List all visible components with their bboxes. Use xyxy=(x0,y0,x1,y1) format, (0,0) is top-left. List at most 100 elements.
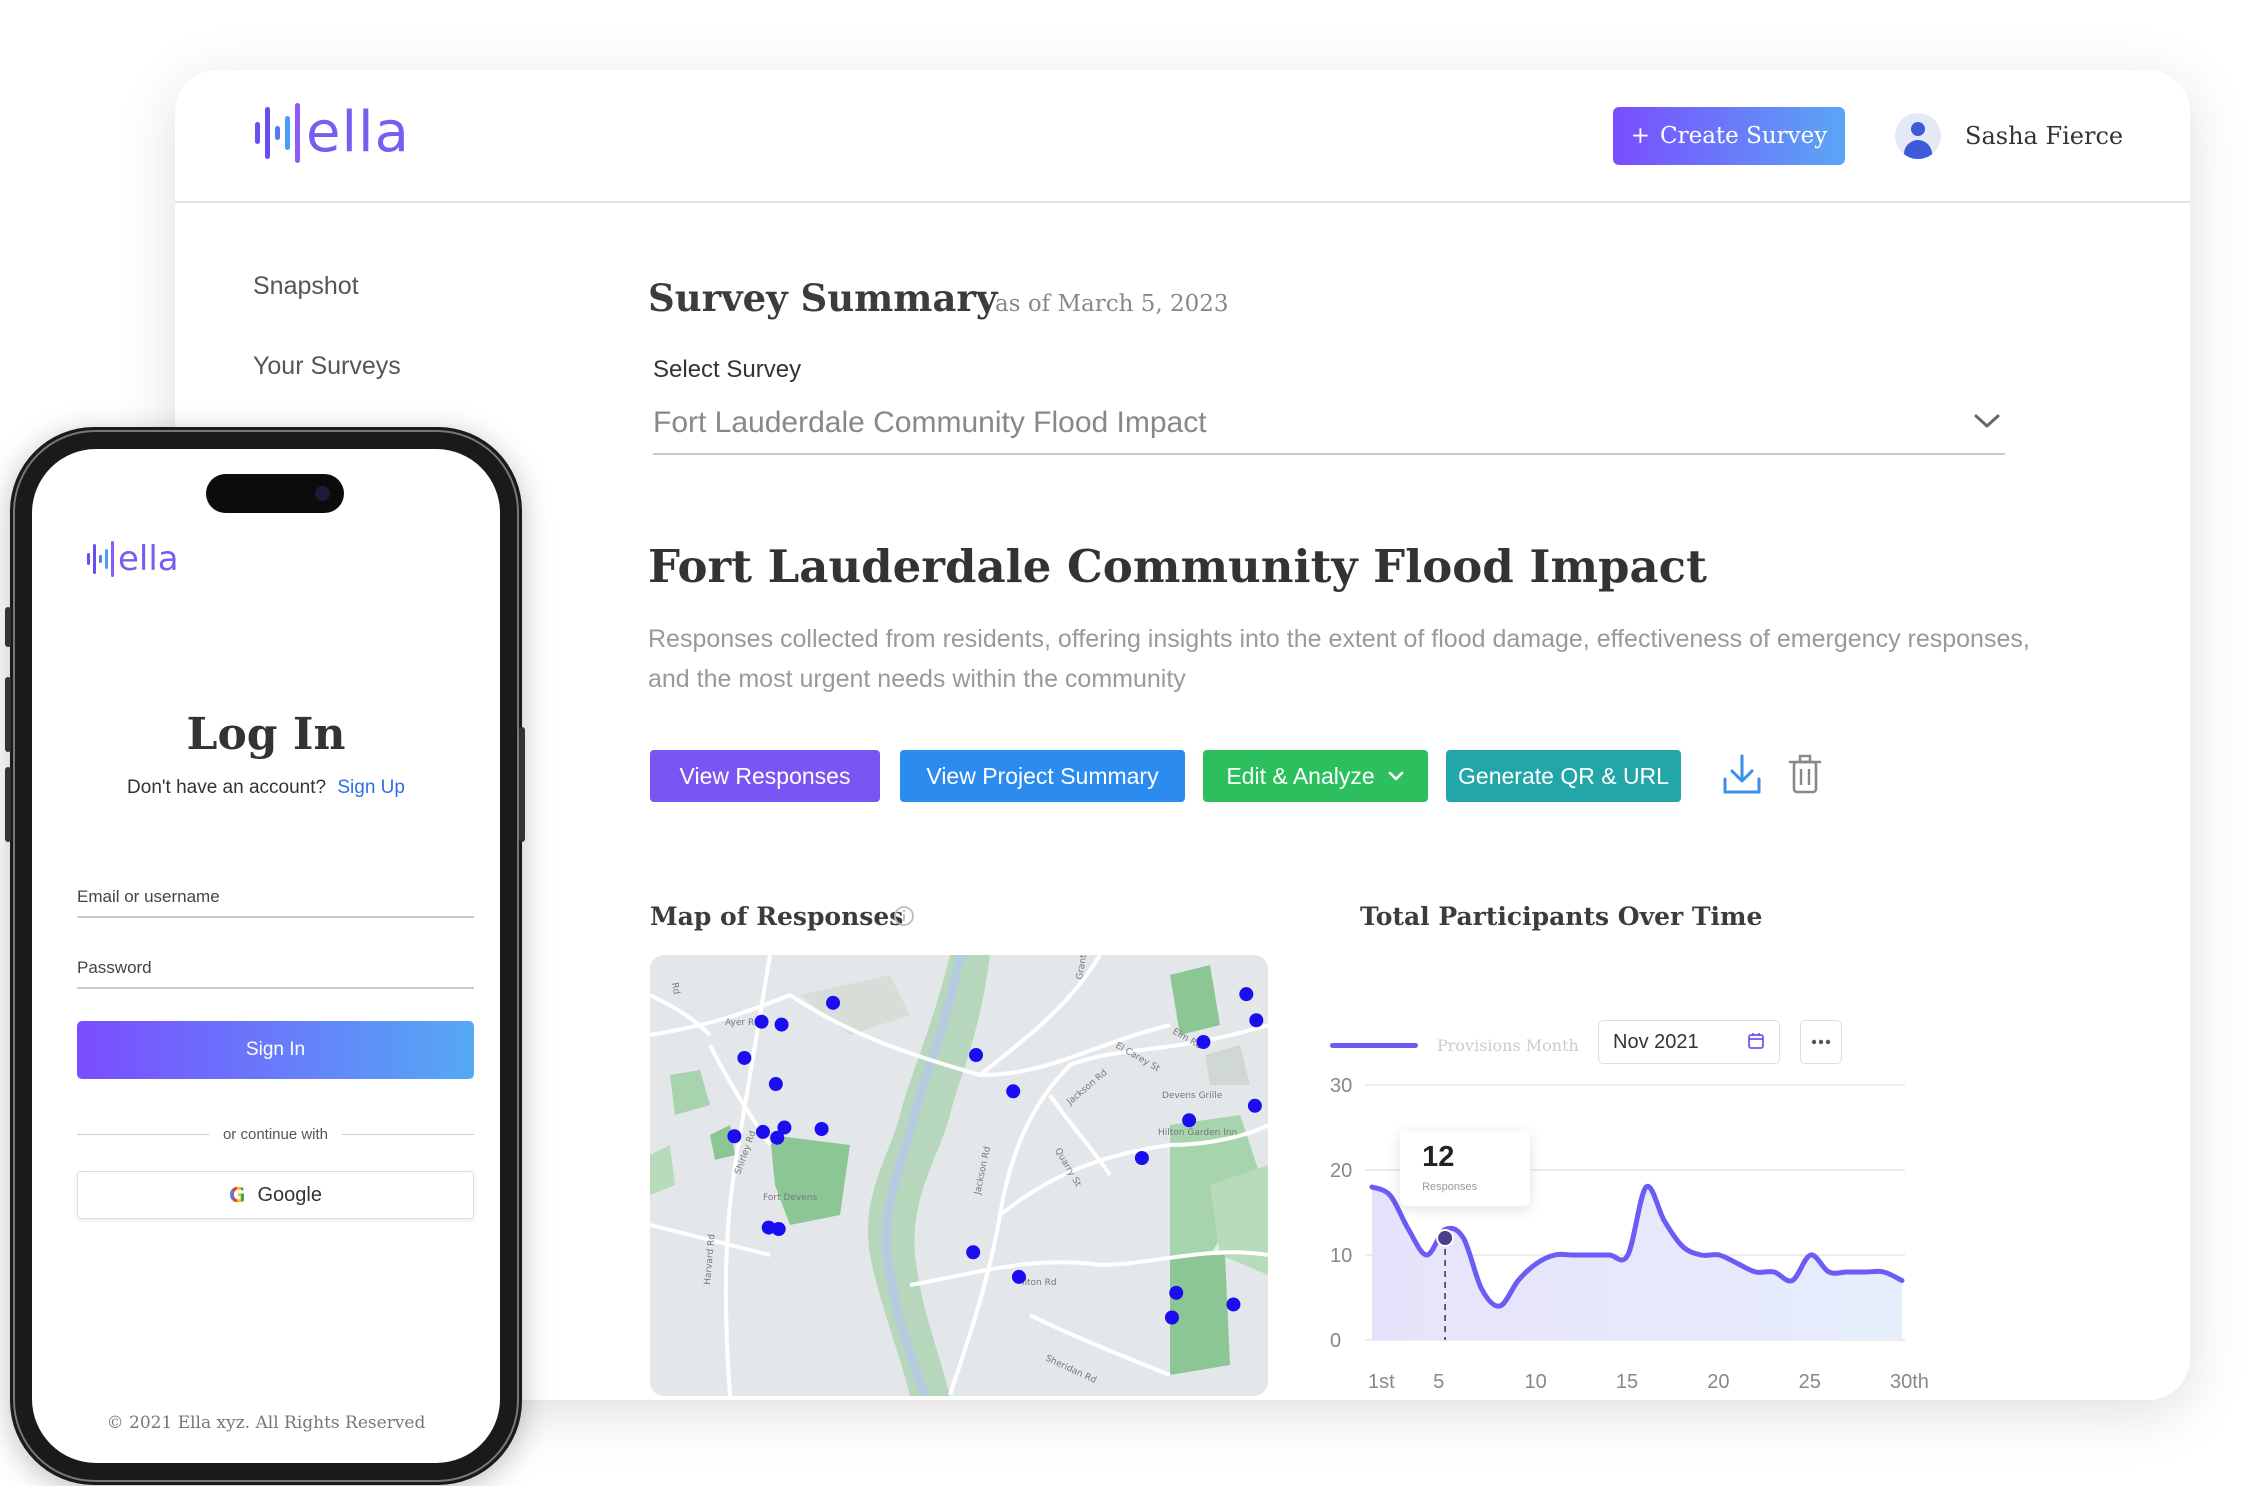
login-title: Log In xyxy=(186,709,346,760)
highlight-point[interactable] xyxy=(1436,1229,1455,1247)
generate-qr-button[interactable]: Generate QR & URL xyxy=(1446,750,1681,802)
create-survey-button[interactable]: + Create Survey xyxy=(1613,107,1845,165)
map-label: ilton Rd xyxy=(1022,1278,1057,1288)
sidebar-item-snapshot[interactable]: Snapshot xyxy=(253,272,359,301)
project-description: Responses collected from residents, offe… xyxy=(648,625,2030,693)
top-bar: ella + Create Survey Sasha Fierce xyxy=(175,70,2190,203)
participants-chart: Provisions Month Nov 2021 30 20 10 0 1st… xyxy=(1310,940,2185,1400)
page-title: Survey Summary xyxy=(648,276,998,320)
map-label: El Carey St xyxy=(1114,1041,1162,1075)
response-marker[interactable] xyxy=(1164,1310,1179,1325)
phone-ella-logo: ella xyxy=(87,539,179,579)
response-marker[interactable] xyxy=(1182,1113,1197,1128)
edit-analyze-button[interactable]: Edit & Analyze xyxy=(1203,750,1428,802)
x-tick-label: 1st xyxy=(1368,1371,1395,1393)
response-marker[interactable] xyxy=(1239,987,1254,1002)
map-label: Jackson Rd xyxy=(1065,1068,1110,1108)
x-tick-label: 30th xyxy=(1890,1371,1929,1393)
response-marker[interactable] xyxy=(737,1050,752,1065)
response-marker[interactable] xyxy=(826,995,841,1010)
response-marker[interactable] xyxy=(754,1014,769,1029)
logo-word: ella xyxy=(306,100,410,165)
x-tick-label: 15 xyxy=(1616,1371,1638,1393)
response-marker[interactable] xyxy=(770,1130,785,1145)
trash-icon[interactable] xyxy=(1787,752,1823,798)
response-marker[interactable] xyxy=(814,1122,829,1136)
project-title: Fort Lauderdale Community Flood Impact xyxy=(648,540,1707,593)
chevron-down-icon[interactable] xyxy=(1972,411,2002,431)
chevron-down-icon xyxy=(1388,771,1403,781)
view-responses-button[interactable]: View Responses xyxy=(650,750,880,802)
google-icon: G xyxy=(229,1183,246,1207)
response-marker[interactable] xyxy=(1196,1035,1211,1049)
response-marker[interactable] xyxy=(1247,1098,1262,1113)
no-account-text: Don't have an account? xyxy=(127,777,327,798)
user-avatar-icon[interactable] xyxy=(1895,113,1941,159)
tooltip-value: 12 xyxy=(1422,1141,1455,1173)
response-marker[interactable] xyxy=(1134,1151,1149,1165)
y-tick-label: 20 xyxy=(1330,1160,1352,1182)
as-of-date: as of March 5, 2023 xyxy=(995,291,1229,317)
signup-link[interactable]: Sign Up xyxy=(337,777,405,798)
create-survey-label: Create Survey xyxy=(1660,123,1828,149)
soundwave-logo-icon xyxy=(255,102,300,163)
response-marker[interactable] xyxy=(727,1129,742,1144)
ella-logo[interactable]: ella xyxy=(255,100,410,165)
response-marker[interactable] xyxy=(774,1017,789,1032)
select-survey-dropdown[interactable]: Fort Lauderdale Community Flood Impact xyxy=(653,406,1207,440)
sign-in-button[interactable]: Sign In xyxy=(77,1021,474,1079)
x-tick-label: 20 xyxy=(1707,1371,1729,1393)
y-tick-label: 0 xyxy=(1330,1330,1341,1352)
phone-screen: ella Log In Don't have an account? Sign … xyxy=(32,449,500,1463)
map-label: Devens Grille xyxy=(1162,1091,1223,1101)
y-tick-label: 10 xyxy=(1330,1245,1352,1267)
signup-prompt: Don't have an account? Sign Up xyxy=(32,777,500,799)
dynamic-island xyxy=(206,474,344,513)
phone-device: ella Log In Don't have an account? Sign … xyxy=(5,427,525,1485)
response-marker[interactable] xyxy=(755,1124,770,1139)
y-tick-label: 30 xyxy=(1330,1075,1352,1097)
google-sign-in-button[interactable]: G Google xyxy=(77,1171,474,1219)
map-label: Rd xyxy=(669,982,681,996)
tooltip-label: Responses xyxy=(1422,1181,1478,1193)
map-label: Harvard Rd xyxy=(703,1234,717,1286)
response-marker[interactable] xyxy=(1249,1013,1264,1028)
copyright-footer: © 2021 Ella xyz. All Rights Reserved xyxy=(106,1413,426,1433)
soundwave-logo-icon xyxy=(87,541,114,577)
download-icon[interactable] xyxy=(1720,752,1764,798)
x-tick-label: 25 xyxy=(1799,1371,1821,1393)
responses-map[interactable]: Ayer Rd Fort Devens Harvard Rd Jackson R… xyxy=(650,955,1268,1396)
response-marker[interactable] xyxy=(1226,1297,1241,1312)
response-marker[interactable] xyxy=(768,1077,783,1092)
chart-tooltip: 12 Responses xyxy=(1400,1131,1531,1206)
password-underline xyxy=(77,987,474,989)
or-divider: or continue with xyxy=(77,1126,474,1143)
response-marker[interactable] xyxy=(1011,1269,1026,1284)
response-marker[interactable] xyxy=(1006,1084,1021,1099)
map-label: Hilton Garden Inn xyxy=(1158,1128,1237,1138)
or-text: or continue with xyxy=(222,1126,329,1143)
response-marker[interactable] xyxy=(1169,1285,1184,1300)
info-icon[interactable] xyxy=(893,905,915,927)
user-name[interactable]: Sasha Fierce xyxy=(1965,122,2123,150)
response-marker[interactable] xyxy=(771,1222,786,1237)
map-section-title: Map of Responses xyxy=(650,902,904,931)
response-marker[interactable] xyxy=(966,1245,981,1260)
map-label: Jackson Rd xyxy=(973,1146,993,1197)
map-label: Fort Devens xyxy=(763,1193,817,1203)
x-tick-label: 5 xyxy=(1433,1371,1444,1393)
google-label: Google xyxy=(257,1183,322,1206)
edit-analyze-label: Edit & Analyze xyxy=(1226,762,1375,789)
map-label: Sheridan Rd xyxy=(1044,1354,1098,1386)
response-marker[interactable] xyxy=(969,1048,984,1063)
select-survey-label: Select Survey xyxy=(653,356,802,383)
chart-section-title: Total Participants Over Time xyxy=(1360,902,1763,931)
email-underline xyxy=(77,916,474,918)
select-underline xyxy=(653,453,2005,455)
x-tick-label: 10 xyxy=(1524,1371,1546,1393)
sidebar-item-your-surveys[interactable]: Your Surveys xyxy=(253,352,401,381)
password-field[interactable]: Password xyxy=(77,958,152,978)
view-project-summary-button[interactable]: View Project Summary xyxy=(900,750,1185,802)
plus-icon: + xyxy=(1630,123,1651,149)
email-field[interactable]: Email or username xyxy=(77,887,220,907)
